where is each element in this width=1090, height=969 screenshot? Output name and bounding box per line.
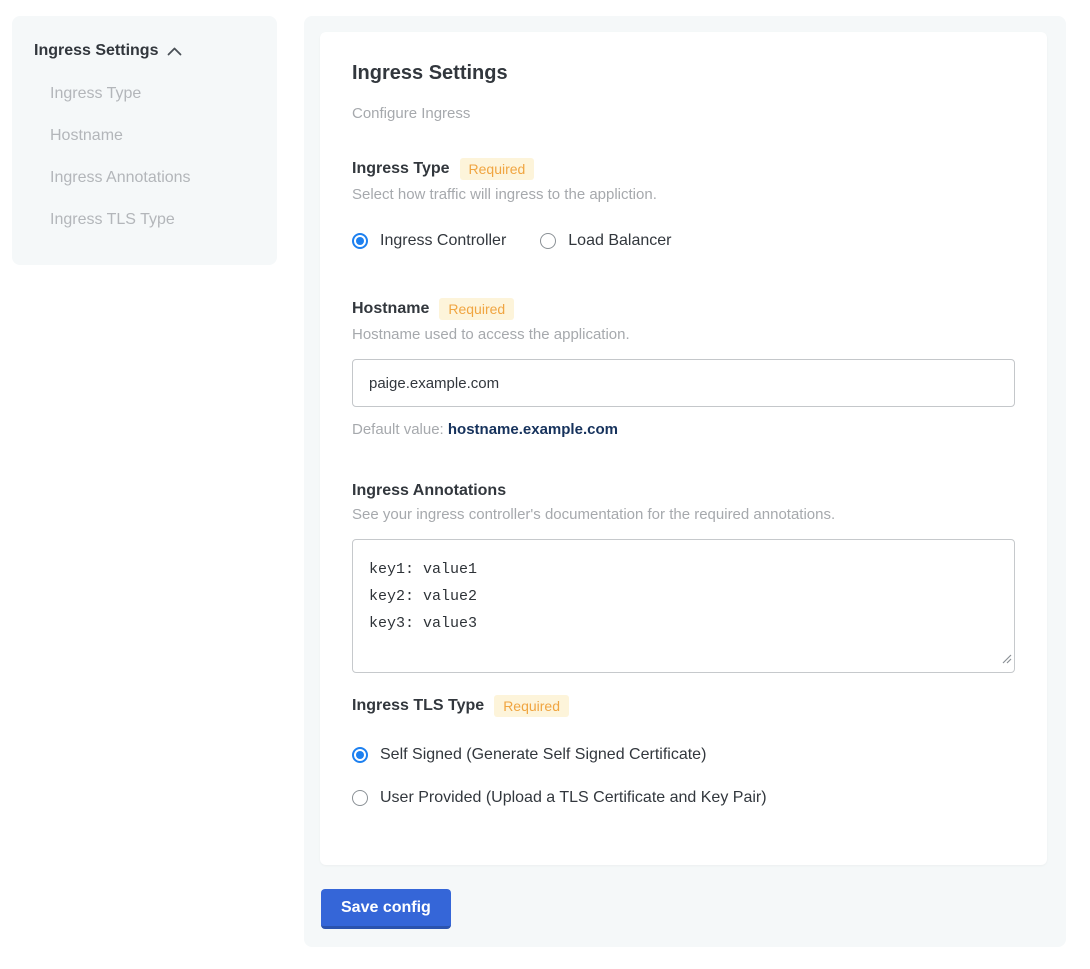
hostname-default-value: Default value: hostname.example.com bbox=[352, 421, 1015, 438]
radio-unselected-icon bbox=[352, 790, 368, 806]
ingress-controller-radio[interactable]: Ingress Controller bbox=[352, 231, 506, 250]
sidebar-item-ingress-type[interactable]: Ingress Type bbox=[50, 85, 255, 103]
hostname-help: Hostname used to access the application. bbox=[352, 326, 1015, 343]
page-subtitle: Configure Ingress bbox=[352, 105, 1015, 122]
save-config-button[interactable]: Save config bbox=[321, 889, 451, 929]
ingress-annotations-label: Ingress Annotations bbox=[352, 482, 506, 500]
sidebar-item-ingress-annotations[interactable]: Ingress Annotations bbox=[50, 169, 255, 187]
sidebar-group-label: Ingress Settings bbox=[34, 42, 158, 60]
required-badge: Required bbox=[460, 158, 535, 180]
page-title: Ingress Settings bbox=[352, 62, 1015, 85]
config-card: Ingress Settings Configure Ingress Ingre… bbox=[320, 32, 1047, 865]
field-hostname: Hostname Required Hostname used to acces… bbox=[352, 298, 1015, 438]
ingress-controller-radio-label: Ingress Controller bbox=[380, 231, 506, 250]
field-ingress-tls-type: Ingress TLS Type Required Self Signed (G… bbox=[352, 695, 1015, 807]
radio-unselected-icon bbox=[540, 233, 556, 249]
ingress-type-radio-group: Ingress Controller Load Balancer bbox=[352, 231, 1015, 250]
ingress-type-help: Select how traffic will ingress to the a… bbox=[352, 186, 1015, 203]
load-balancer-radio[interactable]: Load Balancer bbox=[540, 231, 671, 250]
user-provided-radio[interactable]: User Provided (Upload a TLS Certificate … bbox=[352, 788, 1015, 807]
ingress-tls-type-label: Ingress TLS Type bbox=[352, 697, 484, 715]
required-badge: Required bbox=[494, 695, 569, 717]
sidebar-item-hostname[interactable]: Hostname bbox=[50, 127, 255, 145]
required-badge: Required bbox=[439, 298, 514, 320]
ingress-annotations-help: See your ingress controller's documentat… bbox=[352, 506, 1015, 523]
self-signed-radio-label: Self Signed (Generate Self Signed Certif… bbox=[380, 745, 706, 764]
sidebar-item-ingress-tls-type[interactable]: Ingress TLS Type bbox=[50, 211, 255, 229]
hostname-input[interactable] bbox=[352, 359, 1015, 407]
ingress-annotations-textarea[interactable]: key1: value1 key2: value2 key3: value3 bbox=[352, 539, 1015, 673]
chevron-up-icon bbox=[167, 47, 182, 56]
radio-selected-icon bbox=[352, 233, 368, 249]
load-balancer-radio-label: Load Balancer bbox=[568, 231, 671, 250]
radio-selected-icon bbox=[352, 747, 368, 763]
ingress-type-label: Ingress Type bbox=[352, 160, 450, 178]
sidebar-group-ingress-settings[interactable]: Ingress Settings bbox=[34, 42, 255, 60]
field-ingress-annotations: Ingress Annotations See your ingress con… bbox=[352, 482, 1015, 673]
hostname-label: Hostname bbox=[352, 300, 429, 318]
default-value-label: Default value: bbox=[352, 421, 448, 438]
default-value-text: hostname.example.com bbox=[448, 421, 618, 438]
user-provided-radio-label: User Provided (Upload a TLS Certificate … bbox=[380, 788, 767, 807]
self-signed-radio[interactable]: Self Signed (Generate Self Signed Certif… bbox=[352, 745, 1015, 764]
settings-sidebar: Ingress Settings Ingress Type Hostname I… bbox=[12, 16, 277, 265]
sidebar-item-list: Ingress Type Hostname Ingress Annotation… bbox=[34, 85, 255, 229]
config-panel: Ingress Settings Configure Ingress Ingre… bbox=[304, 16, 1066, 947]
field-ingress-type: Ingress Type Required Select how traffic… bbox=[352, 158, 1015, 250]
ingress-tls-radio-group: Self Signed (Generate Self Signed Certif… bbox=[352, 745, 1015, 807]
